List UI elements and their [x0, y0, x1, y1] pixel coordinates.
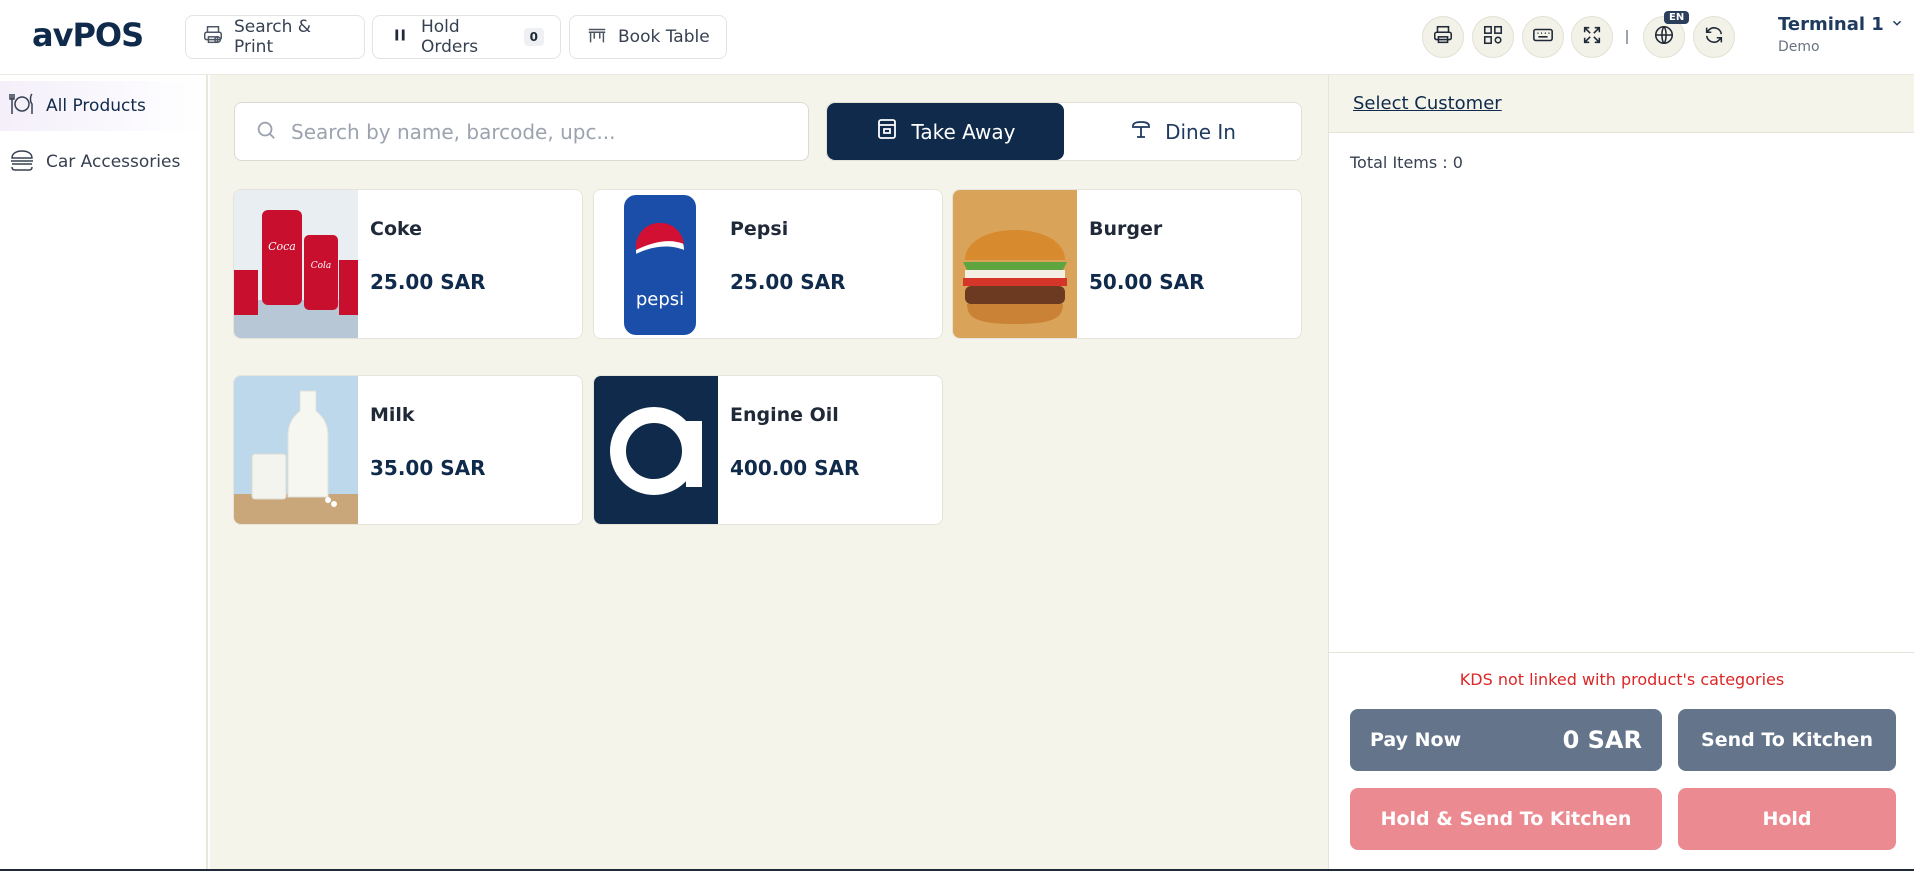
customer-bar: Select Customer	[1329, 75, 1914, 133]
product-card-pepsi[interactable]: pepsi Pepsi 25.00 SAR	[593, 189, 943, 339]
search-print-label: Search & Print	[234, 17, 312, 57]
printer-button[interactable]	[1422, 16, 1464, 58]
table-icon	[586, 24, 608, 51]
product-price: 400.00 SAR	[730, 456, 860, 480]
terminal-title: Terminal 1	[1778, 14, 1884, 35]
language-badge: EN	[1664, 11, 1690, 24]
fullscreen-icon	[1581, 24, 1603, 50]
refresh-button[interactable]	[1693, 16, 1735, 58]
coke-image: Coca Cola	[234, 190, 358, 338]
pause-icon	[389, 24, 411, 51]
hold-orders-button[interactable]: Hold Orders 0	[372, 15, 561, 59]
milk-image	[234, 376, 358, 524]
svg-text:Cola: Cola	[311, 261, 332, 271]
product-search-input[interactable]	[291, 119, 771, 144]
burger-icon	[8, 146, 36, 179]
category-sidebar: All Products Car Accessories	[0, 75, 208, 871]
product-name: Coke	[370, 218, 423, 240]
qr-code-button[interactable]	[1472, 16, 1514, 58]
hold-send-kitchen-label: Hold & Send To Kitchen	[1380, 808, 1632, 830]
product-name: Burger	[1089, 218, 1163, 240]
dine-in-label: Dine In	[1165, 119, 1236, 144]
take-away-label: Take Away	[911, 119, 1016, 144]
globe-icon	[1653, 24, 1675, 50]
top-header: avPOS Search & Print Hold Orders 0 Book …	[0, 0, 1914, 75]
hold-send-kitchen-button[interactable]: Hold & Send To Kitchen	[1350, 788, 1662, 850]
pay-now-button[interactable]: Pay Now 0 SAR	[1350, 709, 1662, 771]
search-print-button[interactable]: Search & Print	[185, 15, 365, 59]
product-card-milk[interactable]: Milk 35.00 SAR	[233, 375, 583, 525]
send-to-kitchen-label: Send To Kitchen	[1701, 729, 1873, 751]
product-card-burger[interactable]: Burger 50.00 SAR	[952, 189, 1302, 339]
burger-image	[953, 190, 1077, 338]
pay-now-label: Pay Now	[1370, 729, 1462, 751]
refresh-icon	[1703, 24, 1725, 50]
printer-search-icon	[202, 24, 224, 51]
product-search-box[interactable]	[234, 102, 809, 161]
book-table-button[interactable]: Book Table	[569, 15, 727, 59]
product-area: Take Away Dine In Coca Cola Coke 25.00 S…	[210, 75, 1328, 871]
search-icon	[255, 119, 277, 145]
sidebar-item-label: All Products	[46, 96, 146, 116]
hold-label: Hold	[1762, 808, 1812, 830]
engine-oil-image	[594, 376, 718, 524]
dining-icon	[8, 90, 36, 123]
chevron-down-icon	[1890, 14, 1904, 35]
send-to-kitchen-button[interactable]: Send To Kitchen	[1678, 709, 1896, 771]
qr-code-icon	[1482, 24, 1504, 50]
hold-orders-count-badge: 0	[523, 28, 544, 46]
product-card-coke[interactable]: Coca Cola Coke 25.00 SAR	[233, 189, 583, 339]
keyboard-button[interactable]	[1522, 16, 1564, 58]
svg-text:pepsi: pepsi	[636, 289, 684, 310]
product-name: Engine Oil	[730, 404, 839, 426]
order-mode-toggle: Take Away Dine In	[826, 102, 1302, 161]
dine-in-button[interactable]: Dine In	[1064, 103, 1301, 160]
terminal-subtitle: Demo	[1778, 39, 1820, 55]
pepsi-image: pepsi	[594, 190, 718, 338]
product-name: Milk	[370, 404, 415, 426]
take-away-icon	[875, 117, 899, 146]
cart-panel: Select Customer Total Items : 0 KDS not …	[1328, 75, 1914, 871]
take-away-button[interactable]: Take Away	[827, 103, 1064, 160]
pay-amount: 0 SAR	[1562, 726, 1642, 754]
product-price: 50.00 SAR	[1089, 270, 1205, 294]
dine-in-icon	[1129, 117, 1153, 146]
sidebar-item-all-products[interactable]: All Products	[0, 81, 206, 131]
fullscreen-button[interactable]	[1571, 16, 1613, 58]
sidebar-item-label: Car Accessories	[46, 152, 181, 172]
hold-orders-label: Hold Orders	[421, 17, 479, 57]
book-table-label: Book Table	[618, 27, 710, 47]
sidebar-item-car-accessories[interactable]: Car Accessories	[0, 137, 206, 187]
product-price: 25.00 SAR	[730, 270, 846, 294]
terminal-selector[interactable]: Terminal 1 Demo	[1778, 14, 1904, 55]
product-card-engine-oil[interactable]: Engine Oil 400.00 SAR	[593, 375, 943, 525]
hold-button[interactable]: Hold	[1678, 788, 1896, 850]
app-logo[interactable]: avPOS	[32, 16, 144, 54]
product-price: 25.00 SAR	[370, 270, 486, 294]
kds-warning: KDS not linked with product's categories	[1459, 670, 1785, 689]
total-items: Total Items : 0	[1350, 153, 1463, 172]
header-divider	[1626, 30, 1628, 44]
printer-icon	[1432, 24, 1454, 50]
product-name: Pepsi	[730, 218, 789, 240]
product-price: 35.00 SAR	[370, 456, 486, 480]
svg-text:Coca: Coca	[268, 240, 296, 253]
select-customer-link[interactable]: Select Customer	[1353, 93, 1502, 114]
language-button[interactable]: EN	[1643, 11, 1690, 58]
keyboard-icon	[1532, 24, 1554, 50]
cart-footer: KDS not linked with product's categories…	[1329, 652, 1914, 871]
